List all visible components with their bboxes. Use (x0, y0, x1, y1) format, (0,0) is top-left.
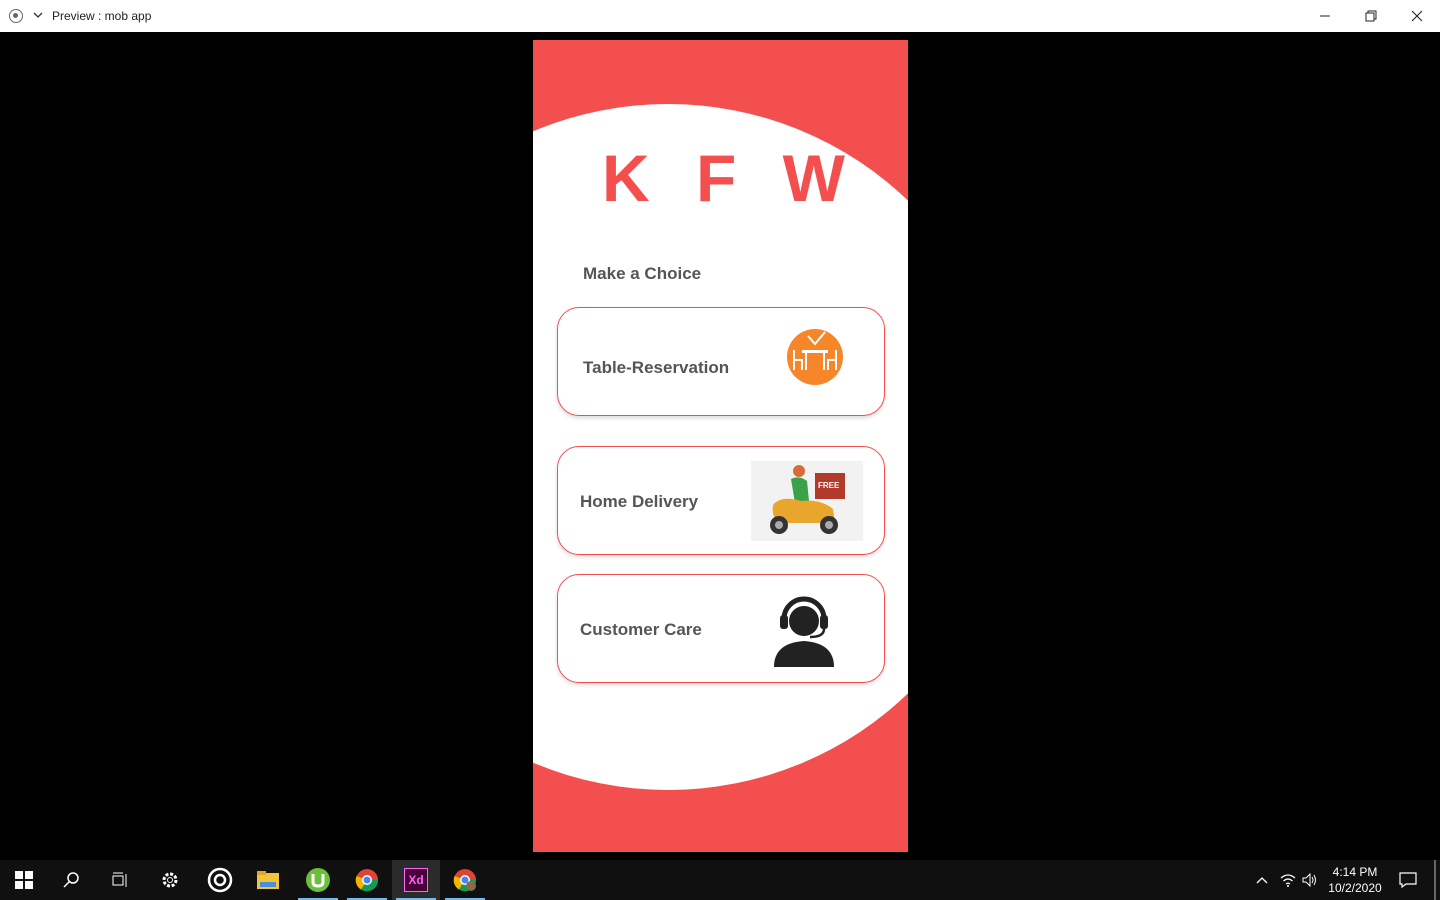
window-title: Preview : mob app (52, 9, 152, 23)
delivery-image-text: FREE (818, 481, 840, 490)
show-hidden-icons-button[interactable] (1252, 860, 1272, 900)
minimize-button[interactable] (1302, 0, 1348, 32)
customer-care-card[interactable]: Customer Care (557, 574, 885, 683)
start-button[interactable] (0, 860, 48, 900)
restore-icon (1365, 10, 1377, 22)
app-circle-button[interactable] (196, 860, 244, 900)
task-view-icon (112, 872, 127, 887)
chrome-button[interactable] (343, 860, 391, 900)
window-titlebar: Preview : mob app (0, 0, 1440, 32)
home-delivery-card[interactable]: Home Delivery FREE (557, 446, 885, 555)
task-view-button[interactable] (96, 860, 144, 900)
action-center-button[interactable] (1394, 860, 1422, 900)
adobe-xd-label: Xd (408, 873, 424, 887)
delivery-scooter-icon: FREE (751, 461, 863, 541)
table-reservation-icon (787, 329, 843, 385)
chrome-icon (355, 869, 379, 892)
clock-time: 4:14 PM (1332, 865, 1378, 879)
close-button[interactable] (1394, 0, 1440, 32)
brand-logo: K F W (602, 141, 859, 215)
target-circle-icon (207, 867, 233, 893)
close-icon (1411, 10, 1423, 22)
restore-button[interactable] (1348, 0, 1394, 32)
network-button[interactable] (1277, 860, 1299, 900)
volume-button[interactable] (1299, 860, 1321, 900)
customer-care-label: Customer Care (580, 620, 702, 639)
home-delivery-label: Home Delivery (580, 492, 699, 511)
folder-icon (257, 871, 279, 889)
choice-heading: Make a Choice (583, 264, 702, 283)
app-record-icon[interactable] (9, 9, 23, 23)
settings-button[interactable] (146, 860, 194, 900)
adobe-xd-button[interactable]: Xd (392, 860, 440, 900)
chevron-down-icon[interactable] (32, 9, 44, 21)
chrome-profile-icon (453, 869, 477, 892)
customer-care-headset-icon (774, 596, 834, 667)
utorrent-button[interactable] (294, 860, 342, 900)
minimize-icon (1320, 15, 1330, 17)
show-desktop-button[interactable] (1434, 860, 1436, 900)
gear-icon (162, 872, 178, 888)
clock-date: 10/2/2020 (1328, 881, 1382, 895)
speaker-icon (1302, 873, 1316, 887)
utorrent-icon (306, 868, 330, 892)
windows-taskbar: Xd 4:14 PM 10/2/2020 (0, 860, 1440, 900)
windows-logo-icon (15, 871, 33, 889)
system-clock[interactable]: 4:14 PM 10/2/2020 (1322, 864, 1388, 896)
table-reservation-card[interactable]: Table-Reservation (557, 307, 885, 416)
search-button[interactable] (48, 860, 96, 900)
notification-icon (1399, 872, 1417, 888)
file-explorer-button[interactable] (244, 860, 292, 900)
chrome-profile-button[interactable] (441, 860, 489, 900)
search-icon (63, 872, 79, 888)
adobe-xd-icon: Xd (404, 868, 428, 892)
table-reservation-label: Table-Reservation (583, 358, 730, 377)
wifi-icon (1280, 874, 1296, 887)
chevron-up-icon (1256, 877, 1268, 884)
phone-screen: K F W Make a Choice Table-Reservation Ho… (533, 40, 908, 852)
